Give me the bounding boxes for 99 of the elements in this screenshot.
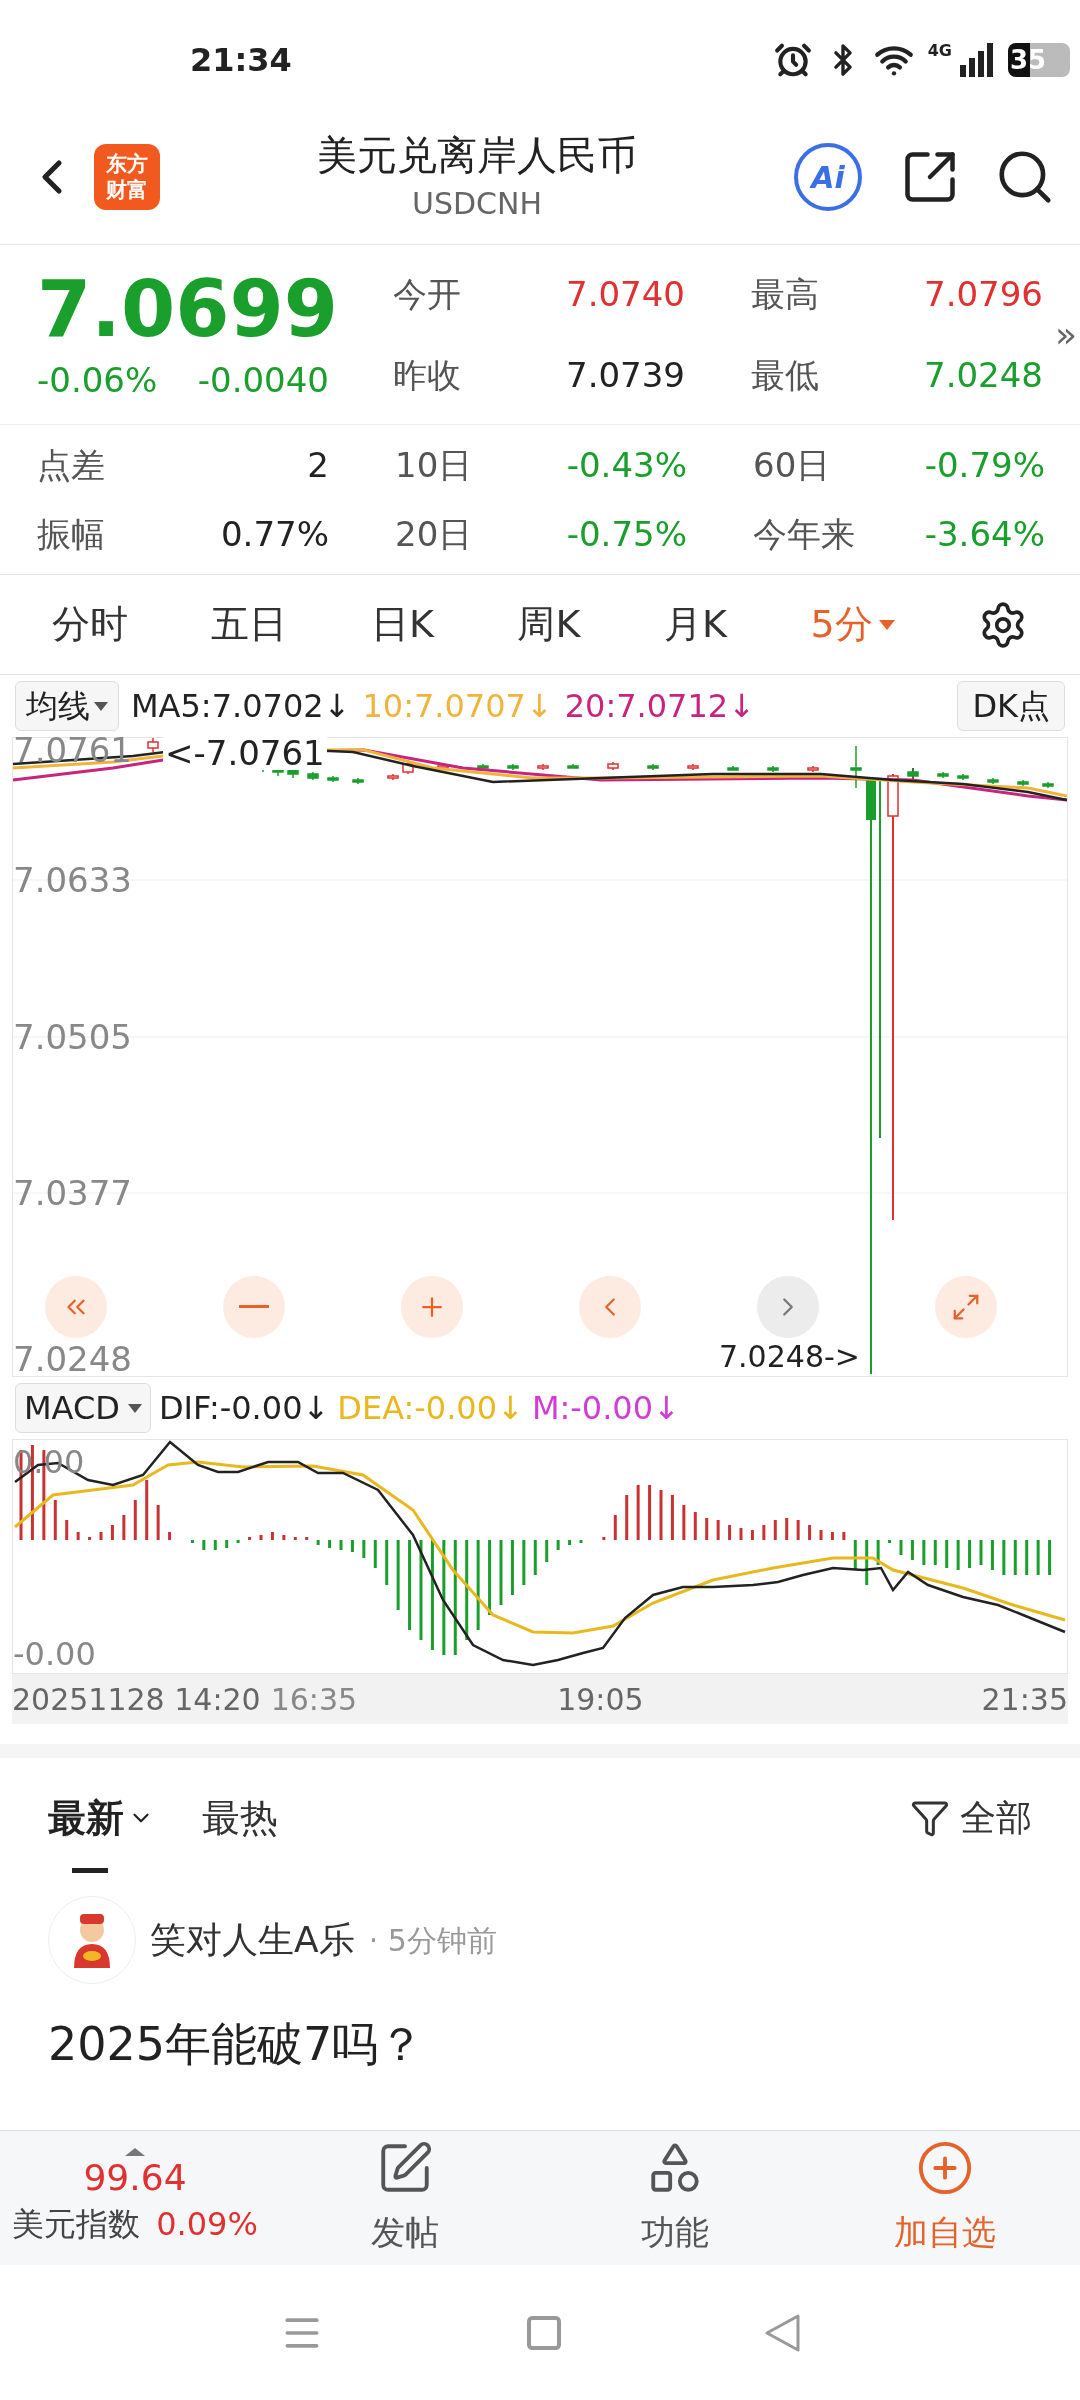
candle: [957, 773, 969, 781]
candle: [567, 763, 579, 769]
logo-text: 东方: [106, 151, 148, 177]
stat-label: 最低: [751, 353, 819, 397]
candle: [1042, 781, 1054, 789]
stat-label: 点差: [37, 443, 105, 487]
candle: [147, 738, 159, 753]
candle: [507, 763, 519, 771]
chart-tab[interactable]: 日K: [370, 596, 434, 653]
indicator-selector[interactable]: 均线: [15, 681, 119, 731]
index-change: 0.09%: [156, 2204, 258, 2245]
post-text: 2025年能破7吗？: [47, 2016, 426, 2073]
indicator-value: 10:7.0707↓: [362, 686, 553, 727]
price-axis-label: 7.0505: [13, 1020, 132, 1054]
ai-button[interactable]: Ai: [794, 143, 862, 211]
more-arrow[interactable]: »: [1055, 307, 1078, 362]
stat-label: 今开: [393, 272, 461, 316]
symbol-code: USDCNH: [411, 184, 543, 223]
candle: [352, 777, 364, 785]
candle: [687, 763, 699, 771]
filter-button[interactable]: 全部: [910, 1791, 1032, 1845]
price-axis-label: 7.0633: [13, 863, 132, 897]
back-triangle-icon[interactable]: [764, 2312, 800, 2353]
candle: [987, 777, 999, 785]
low-price-marker: 7.0248->: [719, 1342, 860, 1372]
toolbar-action[interactable]: 发帖: [270, 2138, 540, 2258]
indicator-selector[interactable]: MACD: [15, 1383, 151, 1433]
change-percent: -0.06%: [37, 359, 158, 402]
stat-label: 今年来: [753, 512, 855, 556]
price-axis-label: 7.0377: [13, 1176, 132, 1210]
change-amount: -0.0040: [197, 359, 329, 402]
feed-tab[interactable]: 最热: [202, 1789, 278, 1847]
stat-label: 60日: [753, 443, 831, 487]
candle: [850, 745, 862, 789]
candle: [767, 765, 779, 773]
chart-tab[interactable]: 五日: [211, 596, 288, 653]
stat-value: 7.0740: [566, 272, 685, 316]
candle: [327, 775, 339, 783]
chart-tab[interactable]: 周K: [517, 596, 581, 653]
page-title: 美元兑离岸人民币: [317, 130, 637, 180]
alarm-icon: [773, 41, 812, 79]
caret-icon: [94, 701, 108, 711]
chart-tab[interactable]: 分时: [51, 596, 128, 653]
stat-value: -0.43%: [566, 443, 687, 487]
caret-up-icon: [125, 2148, 145, 2156]
candle: [307, 771, 319, 781]
candle: [907, 767, 919, 781]
caret-icon: [127, 1403, 142, 1413]
candle: [607, 761, 619, 771]
logo-text: 财富: [106, 177, 148, 203]
indicator-value: 20:7.0712↓: [564, 686, 755, 727]
network-label: 4G: [927, 43, 952, 59]
tab-underline: [72, 1867, 108, 1873]
stat-label: 振幅: [37, 512, 105, 556]
indicator-value: M:-0.00↓: [531, 1388, 680, 1429]
time-axis-label: 19:05: [557, 1680, 644, 1719]
time-axis-label: 16:35: [270, 1680, 358, 1719]
stat-label: 最高: [751, 272, 819, 316]
indicator-value: DIF:-0.00↓: [158, 1388, 330, 1429]
stat-label: 昨收: [393, 353, 461, 397]
stat-value: 2: [307, 443, 329, 487]
index-value: 99.64: [83, 2156, 187, 2200]
candle: [647, 763, 659, 771]
expand-icon: [951, 1292, 981, 1322]
chart-tab[interactable]: 月K: [663, 596, 727, 653]
stat-label: 10日: [395, 443, 473, 487]
time-axis-label: 21:35: [981, 1680, 1068, 1719]
post-time: · 5分钟前: [368, 1921, 497, 1960]
candle: [387, 773, 399, 781]
candle: [437, 763, 449, 771]
stat-value: 0.77%: [221, 512, 329, 556]
price-axis-label: 7.0248: [13, 1342, 132, 1376]
minus-icon: [239, 1305, 269, 1309]
candle: [477, 763, 489, 769]
candle: [937, 771, 949, 779]
signal-icon: [960, 43, 994, 77]
stat-value: 7.0796: [924, 272, 1043, 316]
stat-value: -3.64%: [924, 512, 1045, 556]
current-price: 7.0699: [37, 263, 339, 355]
stat-label: 20日: [395, 512, 473, 556]
status-time: 21:34: [190, 40, 292, 81]
dk-button[interactable]: DK点: [957, 681, 1065, 731]
toolbar-action[interactable]: 功能: [540, 2138, 810, 2258]
candle: [807, 765, 819, 773]
indicator-value: DEA:-0.00↓: [337, 1388, 524, 1429]
stat-value: -0.75%: [566, 512, 687, 556]
feed-tab[interactable]: 最新: [48, 1789, 154, 1847]
candle: [537, 763, 549, 771]
stat-value: 7.0248: [924, 353, 1043, 397]
macd-axis-label: -0.00: [13, 1638, 96, 1670]
indicator-value: MA5:7.0702↓: [131, 686, 351, 727]
index-name: 美元指数: [12, 2204, 141, 2245]
stat-value: -0.79%: [924, 443, 1045, 487]
post-author: 笑对人生A乐: [150, 1918, 355, 1962]
stat-value: 7.0739: [566, 353, 685, 397]
candle: [1017, 779, 1029, 787]
candle: [727, 765, 739, 771]
time-axis-label: 20251128 14:20: [12, 1680, 261, 1719]
high-price-marker: <-7.0761: [163, 736, 327, 770]
